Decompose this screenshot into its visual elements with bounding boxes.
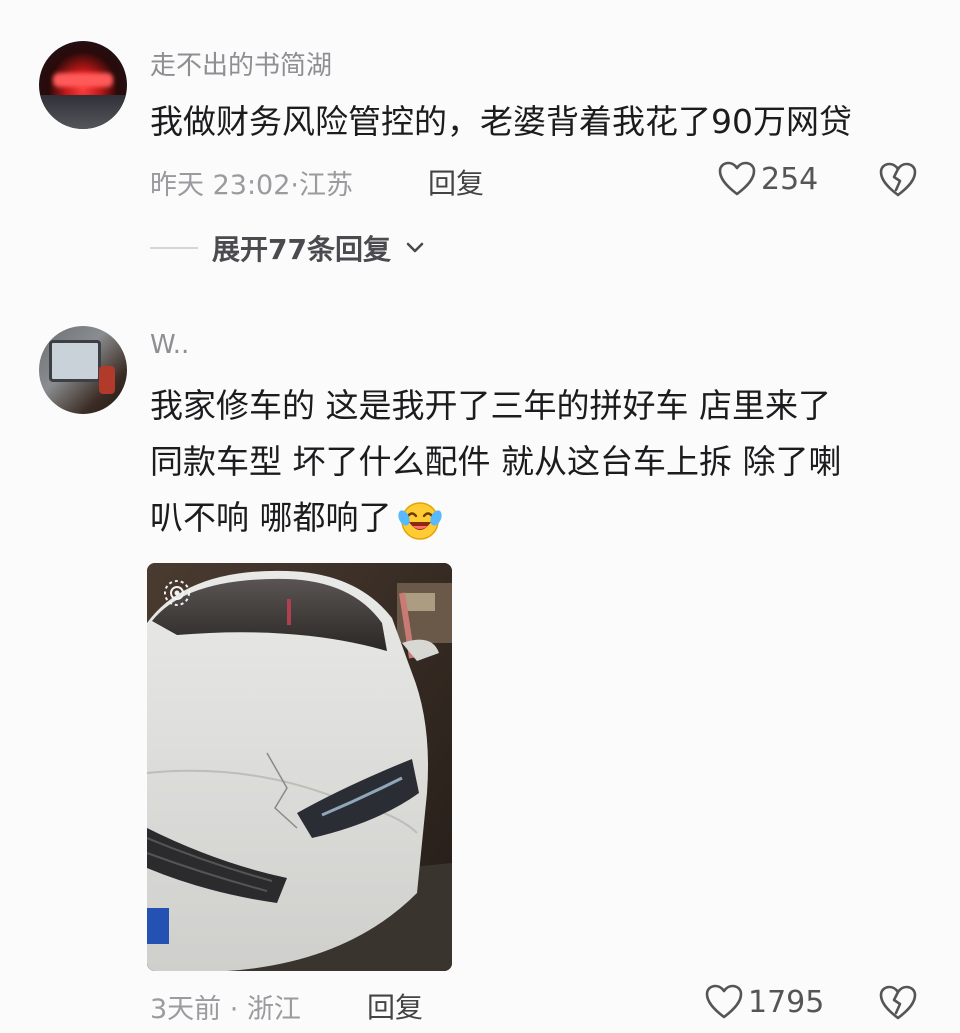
broken-heart-icon[interactable] — [878, 983, 918, 1023]
comment-text: 我做财务风险管控的，老婆背着我花了90万网贷 — [150, 94, 852, 150]
expand-replies-label: 展开77条回复 — [212, 233, 391, 266]
avatar-image — [53, 73, 113, 87]
chevron-down-icon — [406, 242, 424, 253]
like-count: 254 — [761, 161, 819, 197]
comment-time: 昨天 23:02 — [150, 170, 291, 201]
laughing-crying-emoji — [397, 501, 442, 540]
like-button[interactable]: 254 — [717, 160, 818, 198]
reply-button[interactable]: 回复 — [428, 162, 484, 202]
comment-text: 我家修车的 这是我开了三年的拼好车 店里来了 同款车型 坏了什么配件 就从这台车… — [150, 378, 841, 546]
comment-location: 浙江 — [246, 994, 301, 1025]
like-count: 1795 — [748, 984, 825, 1020]
comment-meta: 3天前 · 浙江 — [150, 994, 301, 1025]
divider — [150, 247, 198, 249]
comment-text-line: 我家修车的 这是我开了三年的拼好车 店里来了 — [150, 386, 831, 425]
expand-replies-button[interactable]: 展开77条回复 — [150, 228, 425, 268]
like-button[interactable]: 1795 — [704, 983, 824, 1021]
heart-outline-icon — [718, 161, 756, 196]
heart-outline-icon — [705, 984, 743, 1019]
avatar-image — [49, 340, 101, 382]
comment-text-line: 同款车型 坏了什么配件 就从这台车上拆 除了喇 — [150, 442, 842, 481]
car-photo — [147, 563, 452, 971]
avatar[interactable] — [39, 41, 127, 129]
comment-text-line: 我做财务风险管控的，老婆背着我花了90万网贷 — [150, 102, 852, 141]
comment-text-line-with-emoji: 叭不响 哪都响了 — [150, 490, 841, 546]
broken-heart-icon[interactable] — [878, 160, 918, 200]
comment-meta: 昨天 23:02·江苏 — [150, 170, 353, 201]
comment-text-line: 叭不响 哪都响了 — [150, 498, 392, 537]
comment-location: 江苏 — [299, 170, 353, 201]
avatar[interactable] — [39, 326, 127, 414]
reply-button[interactable]: 回复 — [367, 986, 423, 1026]
comment-time: 3天前 — [150, 994, 222, 1025]
username[interactable]: W.. — [150, 330, 189, 360]
username[interactable]: 走不出的书简湖 — [150, 45, 332, 82]
comment-photo[interactable] — [147, 563, 452, 971]
